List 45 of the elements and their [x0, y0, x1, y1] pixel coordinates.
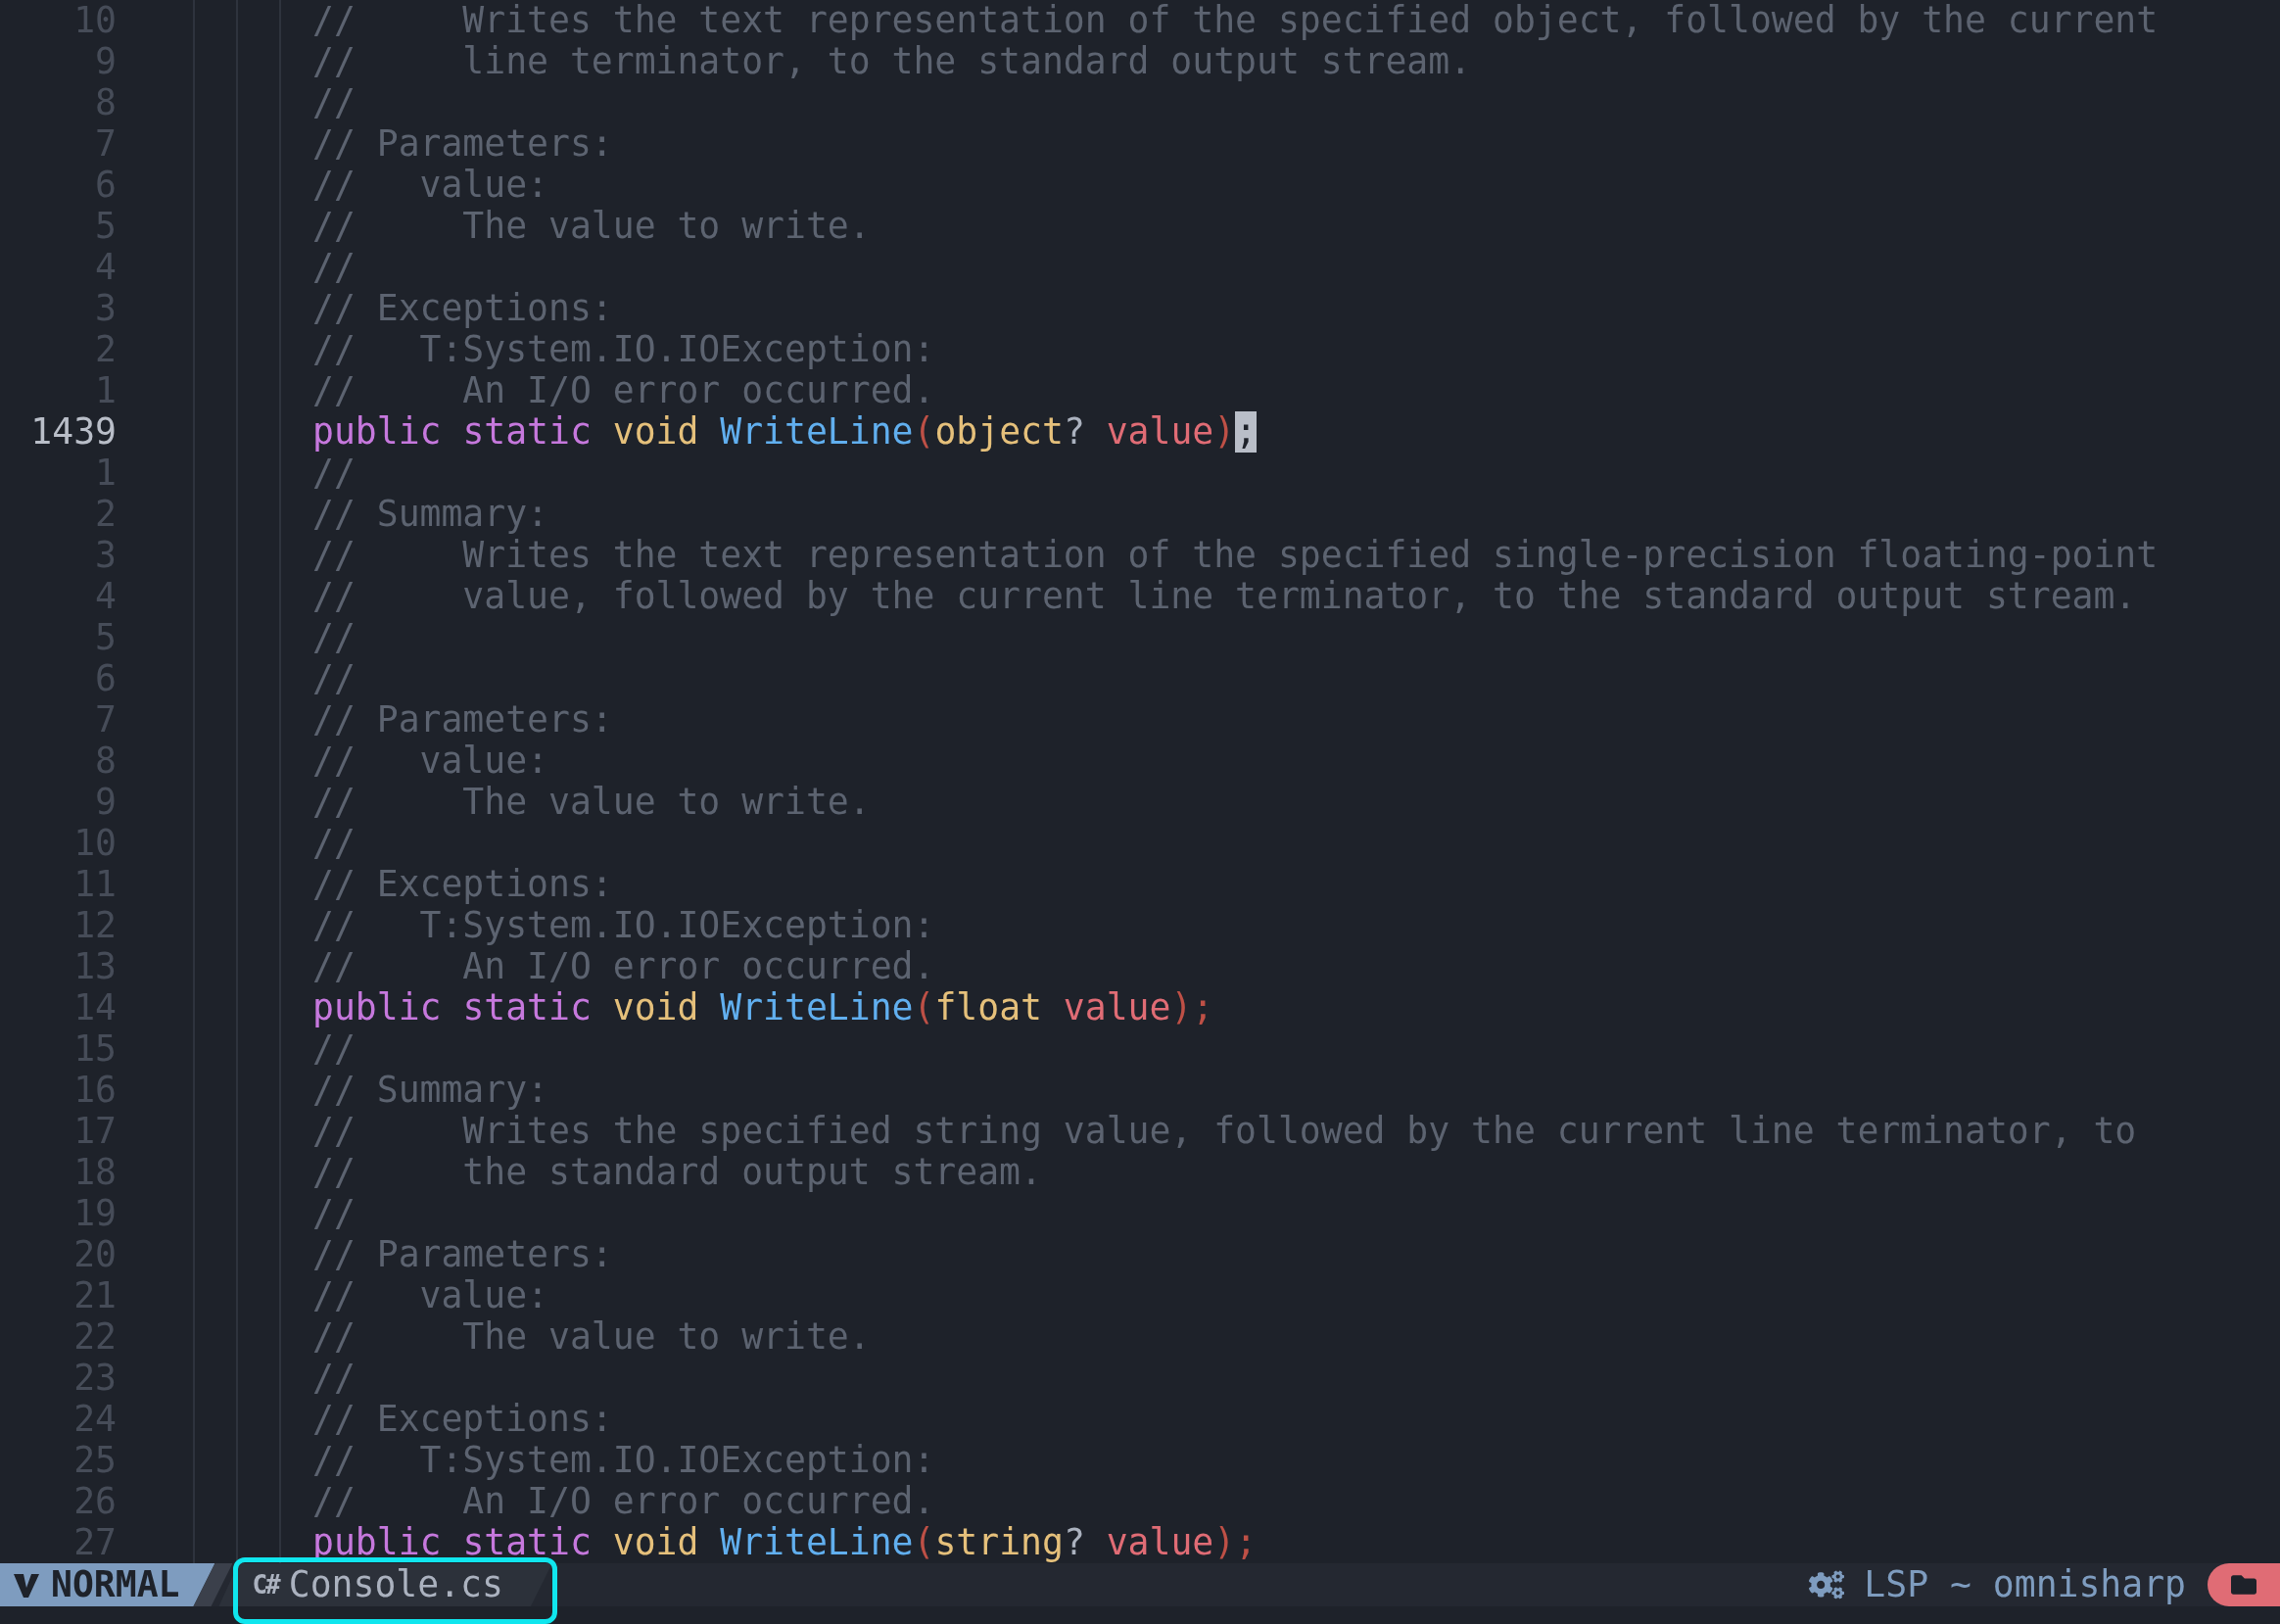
mode-label: NORMAL [51, 1563, 180, 1606]
lsp-status: LSP ~ omnisharp [1864, 1563, 2186, 1606]
code-line: // The value to write. [312, 1316, 871, 1358]
code-line: // Exceptions: [312, 864, 613, 905]
folder-icon [2231, 1572, 2256, 1598]
code-line: // Writes the text representation of the specified object, followed by the current [312, 0, 2159, 41]
code-line: // T:System.IO.IOException: [312, 905, 935, 946]
code-line: // An I/O error occurred. [312, 1481, 935, 1522]
code-line: // Parameters: [312, 1234, 613, 1275]
code-line: // [312, 1028, 356, 1070]
code-line: // The value to write. [312, 782, 871, 823]
code-line: public static void WriteLine(float value); [312, 987, 1214, 1028]
code-line: // the standard output stream. [312, 1152, 1042, 1193]
code-line: // Summary: [312, 494, 548, 535]
code-line: // T:System.IO.IOException: [312, 1440, 935, 1481]
code-line: // value: [312, 165, 548, 206]
code-line: // The value to write. [312, 206, 871, 247]
code-line: // Exceptions: [312, 288, 613, 329]
code-line: // [312, 658, 356, 699]
code-line: // [312, 1358, 356, 1399]
code-line: // line terminator, to the standard output stream. [312, 41, 1472, 82]
csharp-icon: C# [252, 1563, 279, 1606]
code-line: // value: [312, 740, 548, 782]
code-line: // An I/O error occurred. [312, 946, 935, 987]
code-line: // Writes the text representation of the specified single-precision floating-point [312, 535, 2159, 576]
code-line: // T:System.IO.IOException: [312, 329, 935, 370]
file-name: Console.cs [288, 1563, 503, 1606]
code-line: // [312, 82, 356, 123]
code-line: // [312, 453, 356, 494]
code-line: // [312, 617, 356, 658]
code-line: // value: [312, 1275, 548, 1316]
code-line: // Summary: [312, 1070, 548, 1111]
code-line: // value, followed by the current line terminator, to the standard output stream. [312, 576, 2137, 617]
code-line: // [312, 823, 356, 864]
code-line: // Exceptions: [312, 1399, 613, 1440]
code-line: // [312, 1193, 356, 1234]
file-tab[interactable]: C# Console.cs [218, 1563, 552, 1606]
code-line: // Writes the specified string value, followed by the current line terminator, to [312, 1111, 2137, 1152]
code-line: // An I/O error occurred. [312, 370, 935, 411]
code-line: public static void WriteLine(object? value); [312, 411, 1258, 453]
code-line: // Parameters: [312, 699, 613, 740]
code-line: // [312, 247, 356, 288]
code-line: // Parameters: [312, 123, 613, 165]
line-number: 1439 [29, 411, 117, 453]
code-line: public static void WriteLine(string? value); [312, 1522, 1258, 1563]
